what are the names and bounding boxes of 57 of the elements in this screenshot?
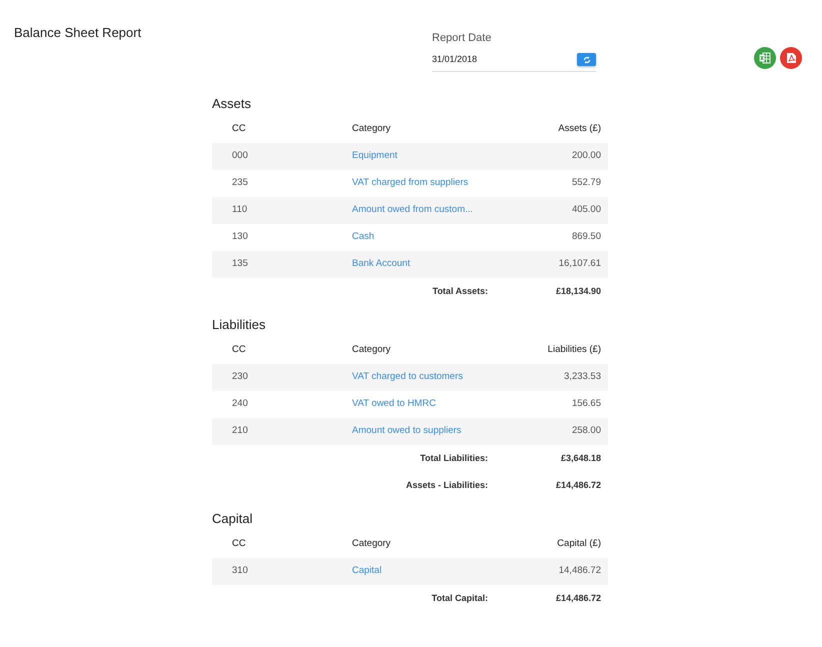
page-title: Balance Sheet Report bbox=[14, 24, 142, 42]
total-label: Total Capital: bbox=[432, 592, 488, 603]
excel-export-button[interactable] bbox=[754, 47, 776, 69]
total-value: £18,134.90 bbox=[556, 286, 601, 296]
column-header: Category bbox=[352, 537, 392, 552]
amount-value: 3,233.53 bbox=[563, 370, 602, 384]
cost-code: 230 bbox=[231, 370, 249, 384]
category-link[interactable]: VAT charged from suppliers bbox=[352, 177, 468, 188]
column-header: CC bbox=[231, 343, 247, 358]
amount-value: 156.65 bbox=[570, 397, 602, 412]
category-link[interactable]: VAT charged to customers bbox=[352, 371, 463, 382]
total-label: Total Assets: bbox=[432, 286, 488, 296]
column-header: Category bbox=[352, 343, 392, 358]
cost-code: 235 bbox=[231, 176, 249, 190]
refresh-icon bbox=[582, 56, 590, 64]
column-header: Capital (£) bbox=[556, 537, 602, 552]
category-link[interactable]: Cash bbox=[352, 231, 374, 242]
total-label: Assets - Liabilities: bbox=[406, 480, 488, 490]
column-header: Liabilities (£) bbox=[546, 343, 602, 358]
category-link[interactable]: Capital bbox=[352, 565, 382, 576]
total-value: £14,486.72 bbox=[556, 592, 601, 603]
column-header: CC bbox=[231, 122, 247, 136]
category-link[interactable]: VAT owed to HMRC bbox=[352, 398, 436, 410]
field-label: Report Date bbox=[432, 31, 492, 46]
cost-code: 110 bbox=[231, 203, 248, 218]
category-link[interactable]: Amount owed from custom... bbox=[352, 204, 473, 216]
pdf-export-button[interactable] bbox=[780, 47, 802, 69]
cost-code: 000 bbox=[231, 149, 249, 164]
category-link[interactable]: Amount owed to suppliers bbox=[352, 425, 462, 436]
total-label: Total Liabilities: bbox=[420, 452, 488, 463]
category-link[interactable]: Equipment bbox=[352, 150, 398, 162]
amount-value: 16,107.61 bbox=[558, 257, 602, 272]
column-header: CC bbox=[231, 537, 247, 552]
spreadsheet-icon bbox=[759, 52, 771, 64]
cost-code: 310 bbox=[231, 564, 249, 578]
cost-code: 135 bbox=[231, 257, 249, 272]
total-value: £3,648.18 bbox=[560, 452, 601, 463]
document-icon bbox=[786, 52, 796, 64]
amount-value: 405.00 bbox=[570, 203, 602, 218]
total-value: £14,486.72 bbox=[556, 480, 601, 490]
amount-value: 14,486.72 bbox=[558, 564, 602, 578]
amount-value: 552.79 bbox=[570, 176, 602, 190]
date-field[interactable]: 31/01/2018 bbox=[432, 53, 596, 72]
amount-value: 869.50 bbox=[570, 230, 602, 244]
section-heading: Capital bbox=[212, 510, 254, 528]
date-value: 31/01/2018 bbox=[432, 53, 478, 66]
cost-code: 210 bbox=[231, 424, 249, 438]
refresh-button[interactable] bbox=[577, 53, 596, 66]
cost-code: 240 bbox=[231, 397, 249, 412]
section-heading: Assets bbox=[212, 95, 252, 113]
column-header: Category bbox=[352, 122, 392, 136]
cost-code: 130 bbox=[231, 230, 249, 244]
category-link[interactable]: Bank Account bbox=[352, 258, 410, 270]
section-heading: Liabilities bbox=[212, 316, 266, 334]
amount-value: 258.00 bbox=[570, 424, 602, 438]
column-header: Assets (£) bbox=[557, 122, 602, 136]
amount-value: 200.00 bbox=[570, 149, 602, 164]
